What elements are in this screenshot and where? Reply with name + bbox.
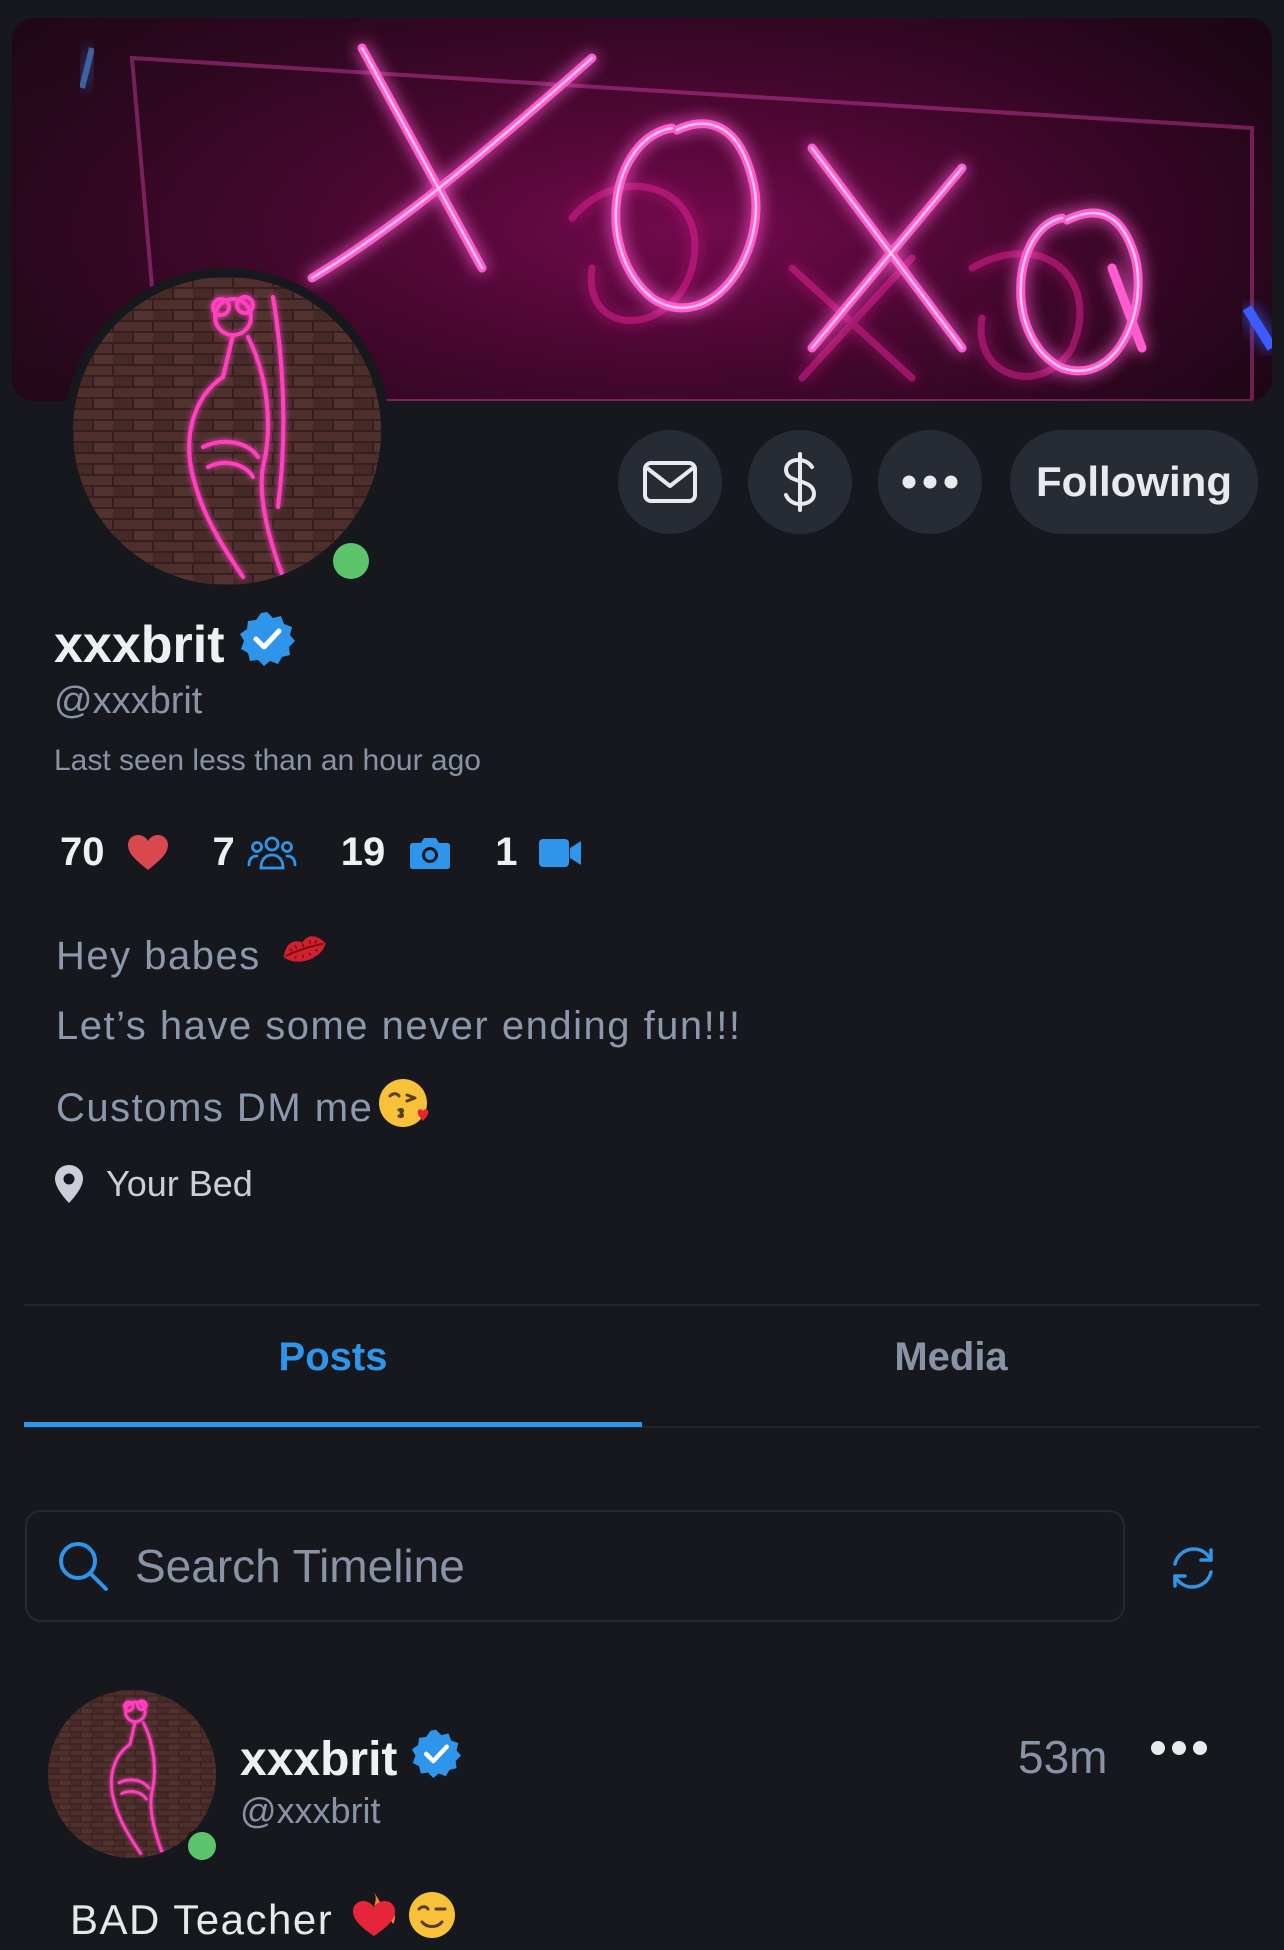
stat-subscribers: 7 <box>213 830 297 875</box>
post-more-button[interactable] <box>1150 1738 1216 1768</box>
more-dots-icon <box>902 475 958 489</box>
stat-photos: 19 <box>341 830 452 875</box>
refresh-icon <box>1173 1547 1213 1589</box>
search-icon <box>59 1542 108 1591</box>
stat-videos-value: 1 <box>495 830 518 874</box>
tip-button[interactable] <box>748 430 852 534</box>
camera-icon <box>410 837 451 869</box>
search-timeline-box[interactable] <box>25 1510 1125 1622</box>
stat-videos: 1 <box>495 830 581 875</box>
winking-face-icon <box>407 1890 457 1950</box>
more-dots-icon <box>1151 1741 1207 1755</box>
post-timestamp[interactable]: 53m <box>1018 1730 1107 1784</box>
bio-line-2: Let’s have some never ending fun!!! <box>56 1004 742 1049</box>
following-button[interactable]: Following <box>1010 430 1258 534</box>
face-blowing-kiss-icon <box>377 1076 431 1140</box>
post-author-online-dot <box>184 1828 220 1864</box>
envelope-icon <box>643 461 697 503</box>
last-seen-text: Last seen less than an hour ago <box>54 744 481 777</box>
post-body-text: BAD Teacher <box>70 1890 457 1950</box>
heart-icon <box>127 834 168 870</box>
profile-handle: @xxxbrit <box>54 680 203 722</box>
bio-line-1: Hey babes <box>56 932 329 980</box>
avatar-image <box>73 277 381 585</box>
refresh-button[interactable] <box>1163 1538 1223 1598</box>
bio-line-3-text: Customs DM me <box>56 1085 374 1130</box>
dollar-icon <box>783 452 817 512</box>
heart-on-fire-icon <box>349 1890 399 1950</box>
verified-badge-icon <box>239 610 295 679</box>
location-pin-icon <box>55 1165 83 1203</box>
tab-media[interactable]: Media <box>642 1335 1260 1380</box>
post-author-name[interactable]: xxxbrit <box>240 1728 462 1790</box>
video-icon <box>538 838 581 867</box>
online-status-dot <box>333 543 369 579</box>
profile-location: Your Bed <box>54 1163 253 1205</box>
users-icon <box>247 836 297 869</box>
stat-photos-value: 19 <box>340 830 386 874</box>
display-name-text: xxxbrit <box>54 615 225 674</box>
profile-stats: 70 7 19 1 <box>60 830 626 875</box>
location-text: Your Bed <box>106 1163 253 1204</box>
active-tab-indicator <box>24 1422 642 1427</box>
tabs-divider <box>24 1304 1260 1306</box>
kiss-lips-icon <box>281 932 329 980</box>
more-options-button[interactable] <box>878 430 982 534</box>
post-author-name-text: xxxbrit <box>240 1732 398 1786</box>
post-author-handle[interactable]: @xxxbrit <box>240 1790 381 1832</box>
bio-line-2-text: Let’s have some never ending fun!!! <box>56 1004 742 1048</box>
stat-likes-value: 70 <box>60 830 105 874</box>
stat-likes: 70 <box>60 830 169 875</box>
verified-badge-icon <box>411 1728 462 1790</box>
display-name: xxxbrit <box>54 610 295 679</box>
search-input[interactable] <box>133 1538 1037 1594</box>
bio-line-3: Customs DM me <box>56 1076 431 1140</box>
bio-line-1-text: Hey babes <box>56 933 261 978</box>
tab-posts[interactable]: Posts <box>24 1335 642 1380</box>
message-button[interactable] <box>618 430 722 534</box>
avatar[interactable] <box>73 277 381 585</box>
post-text: BAD Teacher <box>70 1896 334 1943</box>
stat-subscribers-value: 7 <box>212 830 235 874</box>
